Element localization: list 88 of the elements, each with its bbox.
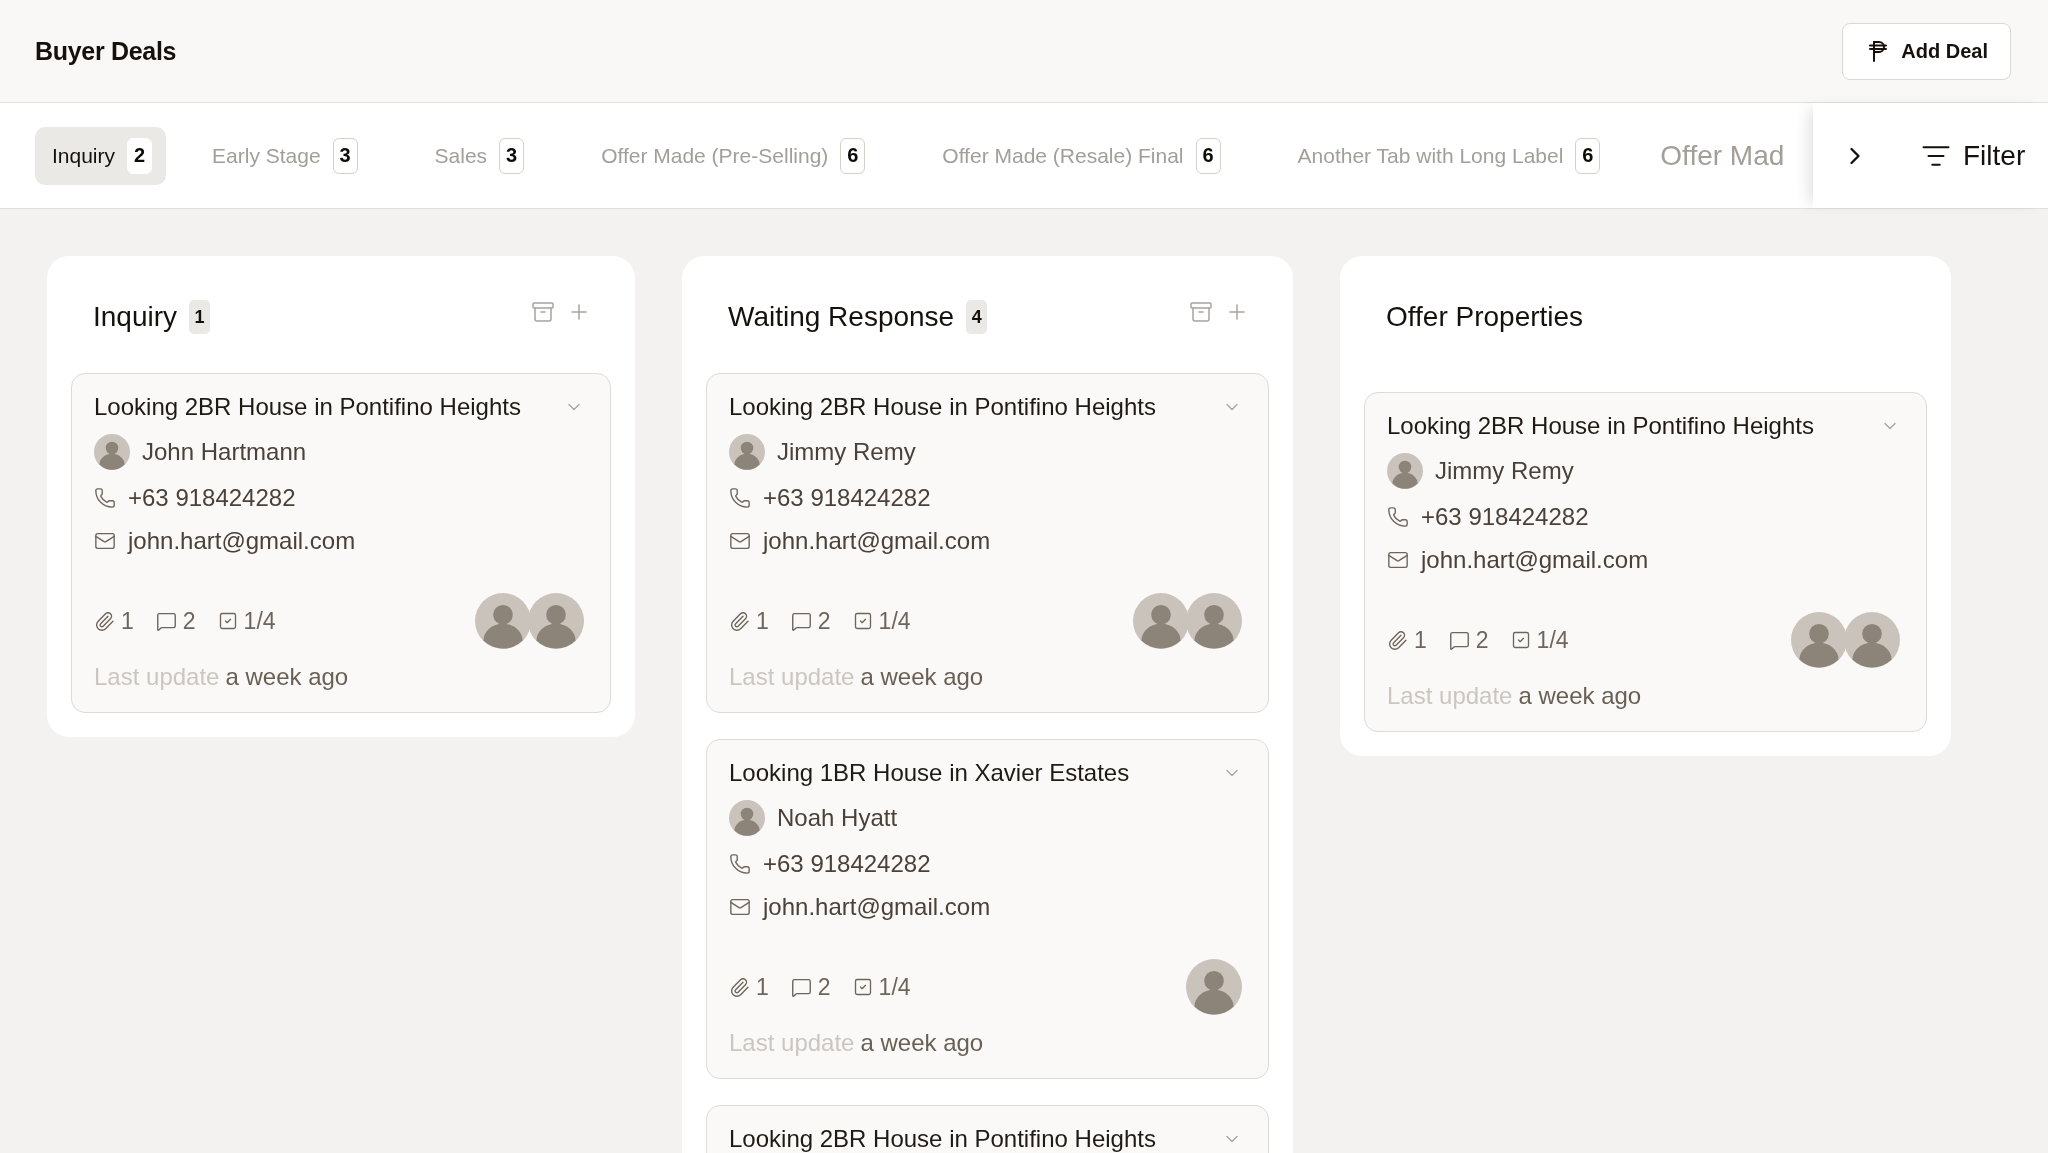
phone-icon <box>729 487 751 509</box>
update-time: a week ago <box>225 662 349 692</box>
count-badge: 6 <box>840 137 866 174</box>
phone-icon <box>1387 506 1409 528</box>
contact-name: Jimmy Remy <box>777 437 916 467</box>
checkbox-icon <box>852 611 873 631</box>
filter-button[interactable]: Filter <box>1921 139 2026 172</box>
contact-name: Noah Hyatt <box>777 803 898 833</box>
tab[interactable]: Offer Made (Pre-Selling) 6 <box>584 126 880 185</box>
count-badge: 1 <box>189 300 211 334</box>
attachment-count: 1 <box>756 607 769 635</box>
task-count: 1/4 <box>243 607 276 635</box>
task-count: 1/4 <box>1536 626 1569 654</box>
checkbox-icon <box>852 977 873 997</box>
task-count: 1/4 <box>878 607 911 635</box>
update-time: a week ago <box>1518 681 1642 711</box>
tab[interactable]: Inquiry 2 <box>35 126 167 185</box>
phone-icon <box>94 487 116 509</box>
comment-count: 2 <box>1475 626 1489 654</box>
comment-count: 2 <box>817 607 831 635</box>
mail-icon <box>729 530 751 552</box>
phone-number: +63 918424282 <box>128 483 296 513</box>
deal-title: Looking 2BR House in Pontifino Heights <box>729 392 1156 422</box>
avatar-icon <box>1186 959 1242 1015</box>
avatar-icon <box>475 593 531 649</box>
archive-icon[interactable] <box>1189 300 1213 324</box>
phone-number: +63 918424282 <box>1421 502 1589 532</box>
comment-count: 2 <box>817 973 831 1001</box>
deal-title: Looking 2BR House in Pontifino Heights <box>1387 411 1814 441</box>
contact-name: Jimmy Remy <box>1435 456 1574 486</box>
avatar-icon <box>1186 593 1242 649</box>
avatar-icon <box>1387 453 1423 489</box>
tab[interactable]: Sales 3 <box>417 126 539 185</box>
avatar-icon <box>729 800 765 836</box>
email-address: john.hart@gmail.com <box>128 526 356 556</box>
avatar-icon <box>528 593 584 649</box>
attachment-count: 1 <box>756 973 769 1001</box>
tab[interactable]: Another Tab with Long Label 6 <box>1280 126 1615 185</box>
avatar-icon <box>1133 593 1189 649</box>
phone-number: +63 918424282 <box>763 849 931 879</box>
count-badge: 6 <box>1575 137 1601 174</box>
deal-title: Looking 2BR House in Pontifino Heights <box>94 392 521 422</box>
page-title: Buyer Deals <box>35 36 177 66</box>
email-address: john.hart@gmail.com <box>763 526 991 556</box>
count-badge: 3 <box>499 137 525 174</box>
paperclip-icon <box>1387 629 1408 651</box>
comment-icon <box>155 610 177 632</box>
avatar-icon <box>94 434 130 470</box>
deal-card[interactable]: Looking 2BR House in Pontifino Heights <box>706 1105 1269 1153</box>
mail-icon <box>729 896 751 918</box>
column-title: Offer Properties <box>1386 301 1584 333</box>
paperclip-icon <box>729 610 750 632</box>
phone-number: +63 918424282 <box>763 483 931 513</box>
comment-icon <box>790 610 812 632</box>
task-count: 1/4 <box>878 973 911 1001</box>
archive-icon[interactable] <box>531 300 555 324</box>
column-title: Inquiry <box>93 301 178 333</box>
attachment-count: 1 <box>1414 626 1427 654</box>
update-time: a week ago <box>860 662 984 692</box>
comment-icon <box>790 976 812 998</box>
checkbox-icon <box>1510 630 1531 650</box>
tab[interactable]: Early Stage 3 <box>195 126 372 185</box>
avatar-icon <box>1844 612 1900 668</box>
avatar-icon <box>1791 612 1847 668</box>
avatar-icon <box>729 434 765 470</box>
email-address: john.hart@gmail.com <box>763 892 991 922</box>
count-badge: 2 <box>127 137 153 174</box>
paperclip-icon <box>94 610 115 632</box>
contact-name: John Hartmann <box>142 437 307 467</box>
comment-count: 2 <box>182 607 196 635</box>
mail-icon <box>94 530 116 552</box>
deal-title: Looking 1BR House in Xavier Estates <box>729 758 1130 788</box>
count-badge: 4 <box>966 300 988 334</box>
update-time: a week ago <box>860 1028 984 1058</box>
mail-icon <box>1387 549 1409 571</box>
deal-title: Looking 2BR House in Pontifino Heights <box>729 1124 1156 1153</box>
attachment-count: 1 <box>121 607 134 635</box>
count-badge: 3 <box>332 137 358 174</box>
comment-icon <box>1448 629 1470 651</box>
phone-icon <box>729 853 751 875</box>
peso-sign-icon <box>1869 40 1888 62</box>
checkbox-icon <box>217 611 238 631</box>
tab[interactable]: Offer Made (Resale) Final 6 <box>925 126 1235 185</box>
column-title: Waiting Response <box>728 301 955 333</box>
email-address: john.hart@gmail.com <box>1421 545 1649 575</box>
paperclip-icon <box>729 976 750 998</box>
add-deal-button[interactable]: Add Deal <box>1842 22 2011 80</box>
count-badge: 6 <box>1195 137 1221 174</box>
